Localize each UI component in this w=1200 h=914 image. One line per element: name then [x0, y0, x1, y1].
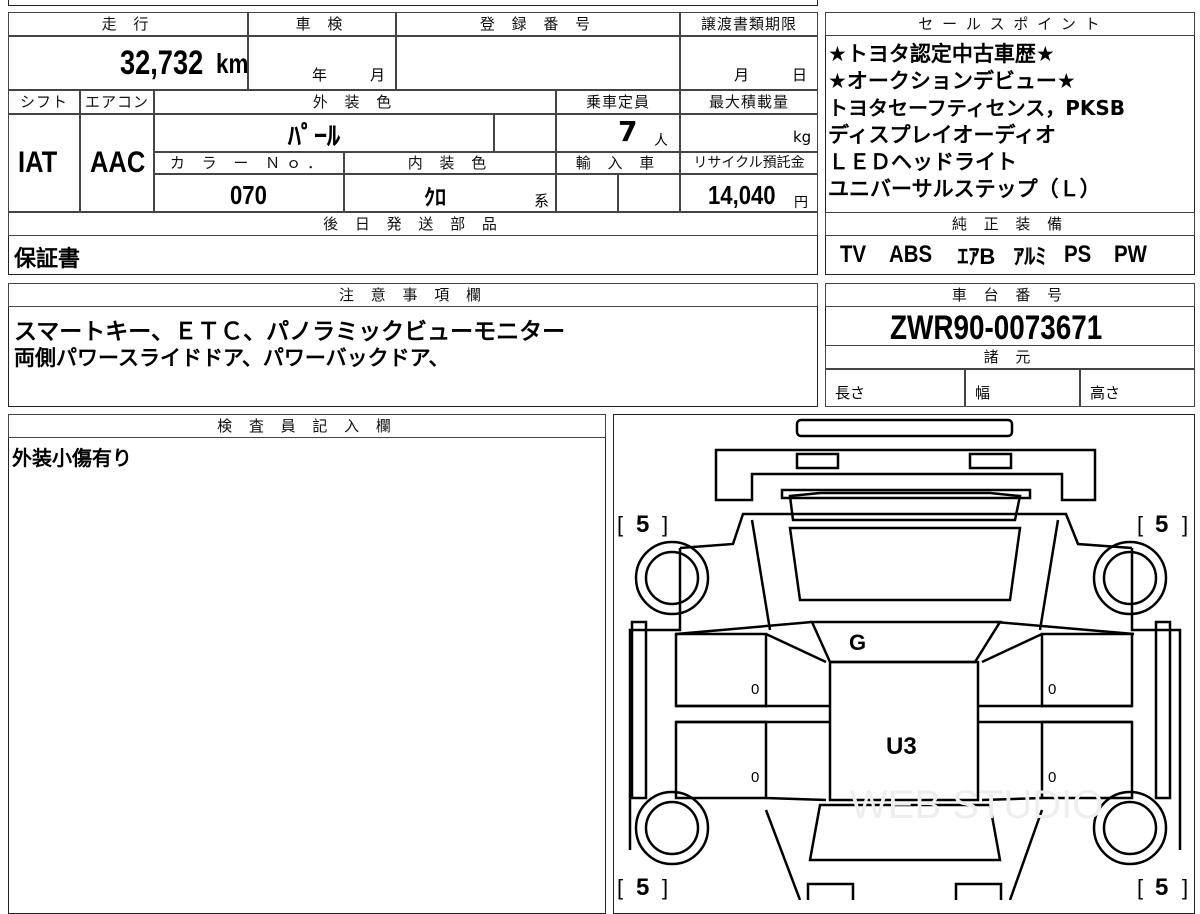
svg-text:[: [ [1137, 875, 1143, 900]
transfer-month-unit: 月 [734, 66, 750, 84]
sales-point-line: ディスプレイオーディオ [828, 123, 1057, 147]
transfer-deadline-header: 譲渡書類期限 [680, 12, 818, 36]
import-cell-2 [618, 174, 680, 212]
interior-color-cell [344, 174, 556, 212]
interior-color-suffix: 系 [534, 192, 550, 210]
capacity-value: 7 [618, 115, 638, 148]
interior-color-value: ｸﾛ [424, 186, 447, 211]
svg-text:]: ] [1182, 512, 1188, 537]
capacity-header: 乗車定員 [556, 90, 680, 114]
tire-rr-grade: 5 [1155, 874, 1168, 900]
equipment-item: TV [840, 241, 867, 268]
transfer-day-unit: 日 [792, 66, 808, 84]
notes-line-2: 両側パワースライドドア、パワーバックドア、 [14, 346, 450, 370]
import-header: 輸 入 車 [556, 152, 680, 174]
recycle-value: 14,040 [708, 180, 776, 210]
interior-color-header: 内 装 色 [344, 152, 556, 174]
inspection-year-unit: 年 [312, 66, 328, 84]
chassis-header: 車 台 番 号 [825, 283, 1195, 307]
spec-width-label: 幅 [975, 384, 991, 402]
svg-text:[: [ [617, 875, 623, 900]
equipment-item: PW [1114, 241, 1148, 268]
sales-point-line: トヨタセーフティセンス，PKSB [828, 96, 1126, 120]
inspection-month-unit: 月 [370, 66, 386, 84]
genuine-equipment-list: TV ABS ｴｱB ｱﾙﾐ PS PW [840, 238, 1190, 272]
shift-value: IAT [18, 146, 58, 179]
top-cutoff-strip [8, 0, 818, 6]
color-no-value: 070 [230, 180, 267, 210]
notes-header: 注 意 事 項 欄 [8, 283, 818, 307]
recycle-unit: 円 [794, 195, 808, 211]
door-rr-grade: 0 [1048, 769, 1056, 786]
later-parts-value: 保証書 [14, 247, 81, 272]
car-diagram: WEB STUDIO [ 5 ] [ 5 ] [ 5 ] [ 5 ] G U3 … [617, 418, 1188, 900]
color-no-header: カ ラ ー Ｎｏ． [154, 152, 344, 174]
exterior-color-extra-cell [494, 114, 556, 152]
exterior-color-header: 外 装 色 [154, 90, 556, 114]
tire-fr-grade: 5 [1155, 511, 1168, 538]
door-lr-grade: 0 [751, 769, 759, 786]
diagram-watermark: WEB STUDIO [850, 783, 1103, 827]
sales-points-header: セ ー ル ス ポ イ ン ト [825, 12, 1195, 36]
sales-point-line: ＬＥＤヘッドライト [828, 150, 1017, 174]
spec-length-label: 長さ [835, 384, 866, 402]
inspector-block [8, 414, 606, 914]
equipment-item: ABS [888, 241, 932, 268]
mileage-value: 32,732 [120, 44, 204, 82]
equipment-item: PS [1064, 241, 1092, 268]
shift-header: シフト [8, 90, 80, 114]
svg-text:[: [ [617, 512, 623, 537]
equipment-item: ｱﾙﾐ [1013, 244, 1047, 269]
specs-header: 諸 元 [825, 345, 1195, 369]
roof-grade: U3 [886, 733, 917, 760]
import-cell-1 [556, 174, 618, 212]
mileage-header: 走 行 [8, 12, 248, 36]
chassis-value: ZWR90-0073671 [890, 309, 1103, 347]
equipment-item: ｴｱB [957, 244, 996, 269]
later-parts-header: 後 日 発 送 部 品 [8, 212, 818, 236]
svg-text:]: ] [662, 512, 668, 537]
inspection-header: 車 検 [248, 12, 396, 36]
svg-text:]: ] [662, 875, 668, 900]
registration-cell [396, 36, 680, 90]
sales-point-line: ★オークションデビュー★ [828, 69, 1076, 93]
max-load-header: 最大積載量 [680, 90, 818, 114]
exterior-color-value: ﾊﾟｰﾙ [288, 122, 341, 152]
max-load-unit: kg [793, 128, 812, 146]
inspector-text: 外装小傷有り [12, 446, 132, 470]
spec-height-label: 高さ [1090, 384, 1121, 402]
sales-points-list: ★トヨタ認定中古車歴★ ★オークションデビュー★ トヨタセーフティセンス，PKS… [828, 41, 1192, 213]
tire-rl-grade: 5 [636, 874, 649, 900]
capacity-unit: 人 [654, 133, 668, 149]
mileage-unit: km [216, 48, 249, 79]
sales-point-line: ユニバーサルステップ（Ｌ） [828, 177, 1101, 201]
aircon-header: エアコン [80, 90, 154, 114]
genuine-equipment-header: 純 正 装 備 [825, 212, 1195, 236]
svg-text:[: [ [1137, 512, 1143, 537]
door-rf-grade: 0 [1048, 681, 1056, 698]
svg-text:]: ] [1182, 875, 1188, 900]
sales-point-line: ★トヨタ認定中古車歴★ [828, 42, 1055, 66]
aircon-value: AAC [90, 146, 146, 179]
door-lf-grade: 0 [751, 681, 759, 698]
notes-line-1: スマートキー、ＥＴＣ、パノラミックビューモニター [14, 319, 566, 345]
inspector-header: 検 査 員 記 入 欄 [8, 414, 606, 438]
hood-grade: G [849, 630, 866, 655]
recycle-header: リサイクル預託金 [680, 152, 818, 174]
registration-header: 登 録 番 号 [396, 12, 680, 36]
tire-fl-grade: 5 [636, 511, 649, 538]
